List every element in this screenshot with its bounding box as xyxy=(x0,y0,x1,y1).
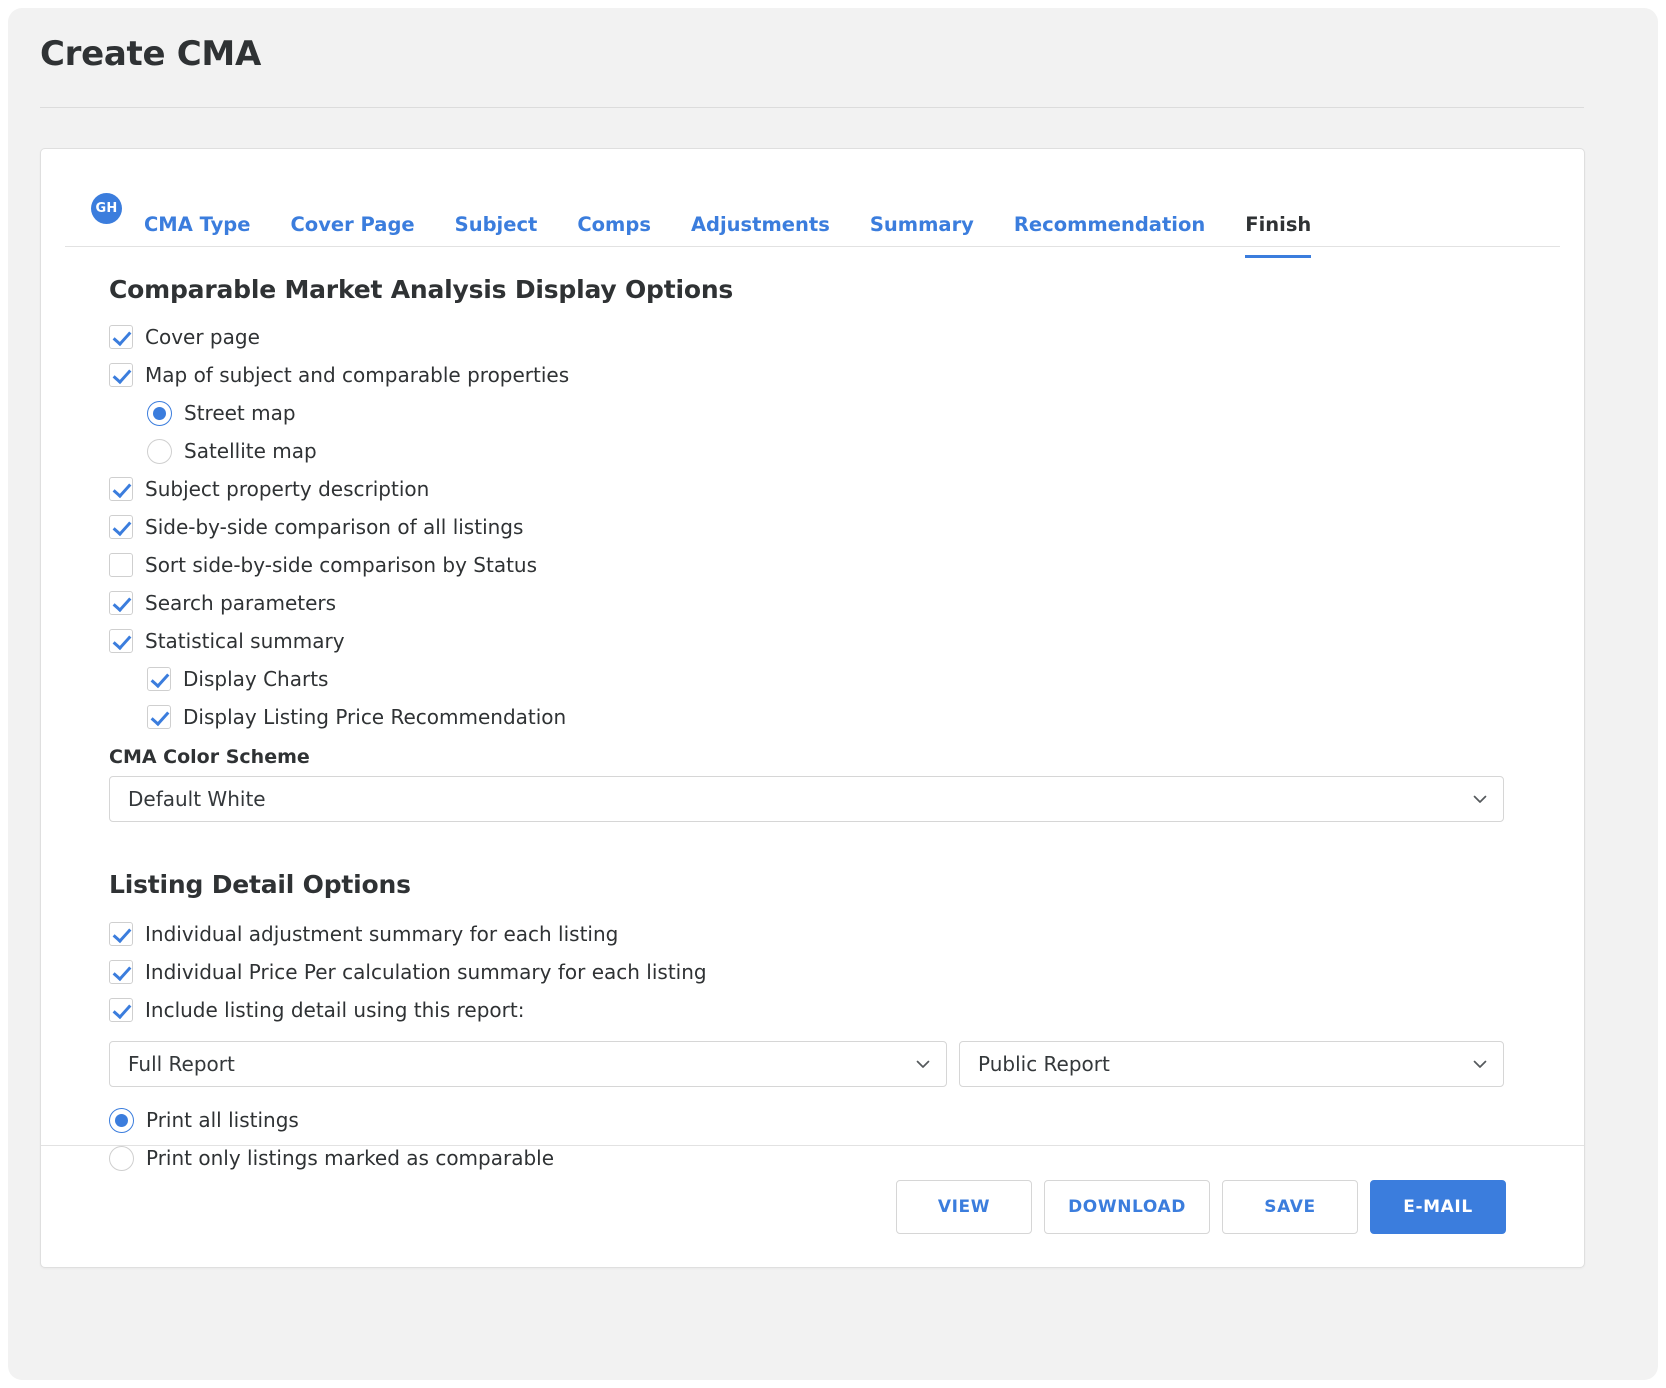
report-select[interactable]: Full Report xyxy=(109,1041,947,1087)
tab-finish[interactable]: Finish xyxy=(1245,213,1312,258)
card-footer-actions: VIEW DOWNLOAD SAVE E-MAIL xyxy=(41,1145,1584,1267)
display-charts-label: Display Charts xyxy=(183,667,329,691)
search-parameters-label: Search parameters xyxy=(145,591,337,615)
checkbox-row-price-per-calculation[interactable]: Individual Price Per calculation summary… xyxy=(109,953,1532,991)
sort-by-status-label: Sort side-by-side comparison by Status xyxy=(145,553,538,577)
street-map-label: Street map xyxy=(184,401,296,425)
search-parameters-checkbox[interactable] xyxy=(109,591,133,615)
checkbox-row-side-by-side[interactable]: Side-by-side comparison of all listings xyxy=(109,508,1532,546)
subject-description-checkbox[interactable] xyxy=(109,477,133,501)
tab-adjustments[interactable]: Adjustments xyxy=(691,213,830,258)
tab-cover-page[interactable]: Cover Page xyxy=(290,213,414,258)
tab-cma-type[interactable]: CMA Type xyxy=(144,213,250,258)
color-scheme-value: Default White xyxy=(128,787,266,811)
checkbox-row-individual-adjustment[interactable]: Individual adjustment summary for each l… xyxy=(109,915,1532,953)
chevron-down-icon xyxy=(914,1055,932,1073)
tab-recommendation[interactable]: Recommendation xyxy=(1014,213,1205,258)
checkbox-row-search-parameters[interactable]: Search parameters xyxy=(109,584,1532,622)
download-button[interactable]: DOWNLOAD xyxy=(1044,1179,1210,1234)
side-by-side-checkbox[interactable] xyxy=(109,515,133,539)
display-charts-checkbox[interactable] xyxy=(147,667,171,691)
radio-row-street-map[interactable]: Street map xyxy=(109,394,1532,432)
chevron-down-icon xyxy=(1471,1055,1489,1073)
report-type-select[interactable]: Public Report xyxy=(959,1041,1504,1087)
listing-detail-heading: Listing Detail Options xyxy=(109,870,411,899)
checkbox-row-display-charts[interactable]: Display Charts xyxy=(109,660,1532,698)
radio-row-satellite-map[interactable]: Satellite map xyxy=(109,432,1532,470)
radio-row-print-all[interactable]: Print all listings xyxy=(109,1101,1532,1139)
subject-description-label: Subject property description xyxy=(145,477,430,501)
print-all-label: Print all listings xyxy=(146,1108,299,1132)
color-scheme-select[interactable]: Default White xyxy=(109,776,1504,822)
checkbox-row-cover-page[interactable]: Cover page xyxy=(109,318,1532,356)
page-title: Create CMA xyxy=(40,34,261,74)
page-header: Create CMA xyxy=(8,8,1658,108)
statistical-summary-label: Statistical summary xyxy=(145,629,345,653)
cma-card: GH CMA Type Cover Page Subject Comps Adj… xyxy=(40,148,1585,1268)
email-button[interactable]: E-MAIL xyxy=(1370,1179,1506,1234)
include-listing-detail-label: Include listing detail using this report… xyxy=(145,998,525,1022)
map-checkbox[interactable] xyxy=(109,363,133,387)
sort-by-status-checkbox[interactable] xyxy=(109,553,133,577)
checkbox-row-map[interactable]: Map of subject and comparable properties xyxy=(109,356,1532,394)
color-scheme-label: CMA Color Scheme xyxy=(109,746,310,768)
individual-adjustment-checkbox[interactable] xyxy=(109,922,133,946)
checkbox-row-statistical-summary[interactable]: Statistical summary xyxy=(109,622,1532,660)
report-select-value: Full Report xyxy=(128,1052,235,1076)
checkbox-row-sort-by-status[interactable]: Sort side-by-side comparison by Status xyxy=(109,546,1532,584)
save-button[interactable]: SAVE xyxy=(1222,1179,1358,1234)
display-price-recommendation-label: Display Listing Price Recommendation xyxy=(183,705,567,729)
app-screen: Create CMA GH CMA Type Cover Page Subjec… xyxy=(8,8,1658,1380)
satellite-map-radio[interactable] xyxy=(147,438,172,464)
tab-comps[interactable]: Comps xyxy=(577,213,651,258)
wizard-tab-bar: GH CMA Type Cover Page Subject Comps Adj… xyxy=(65,171,1560,258)
report-type-select-value: Public Report xyxy=(978,1052,1110,1076)
header-divider xyxy=(40,106,1584,108)
checkbox-row-include-listing-detail[interactable]: Include listing detail using this report… xyxy=(109,991,1532,1029)
map-label: Map of subject and comparable properties xyxy=(145,363,570,387)
cover-page-checkbox[interactable] xyxy=(109,325,133,349)
include-listing-detail-checkbox[interactable] xyxy=(109,998,133,1022)
street-map-radio[interactable] xyxy=(147,400,172,426)
cma-options-form: Comparable Market Analysis Display Optio… xyxy=(41,247,1584,1177)
print-all-radio[interactable] xyxy=(109,1107,134,1133)
chevron-down-icon xyxy=(1471,790,1489,808)
view-button[interactable]: VIEW xyxy=(896,1179,1032,1234)
display-options-heading: Comparable Market Analysis Display Optio… xyxy=(109,275,734,304)
checkbox-row-subject-description[interactable]: Subject property description xyxy=(109,470,1532,508)
cover-page-label: Cover page xyxy=(145,325,260,349)
tab-summary[interactable]: Summary xyxy=(870,213,974,258)
individual-adjustment-label: Individual adjustment summary for each l… xyxy=(145,922,619,946)
statistical-summary-checkbox[interactable] xyxy=(109,629,133,653)
satellite-map-label: Satellite map xyxy=(184,439,317,463)
price-per-calculation-checkbox[interactable] xyxy=(109,960,133,984)
avatar: GH xyxy=(91,193,122,224)
side-by-side-label: Side-by-side comparison of all listings xyxy=(145,515,524,539)
display-price-recommendation-checkbox[interactable] xyxy=(147,705,171,729)
checkbox-row-display-price-recommendation[interactable]: Display Listing Price Recommendation xyxy=(109,698,1532,736)
tab-subject[interactable]: Subject xyxy=(455,213,538,258)
report-select-row: Full Report Public Report xyxy=(109,1041,1532,1087)
price-per-calculation-label: Individual Price Per calculation summary… xyxy=(145,960,707,984)
